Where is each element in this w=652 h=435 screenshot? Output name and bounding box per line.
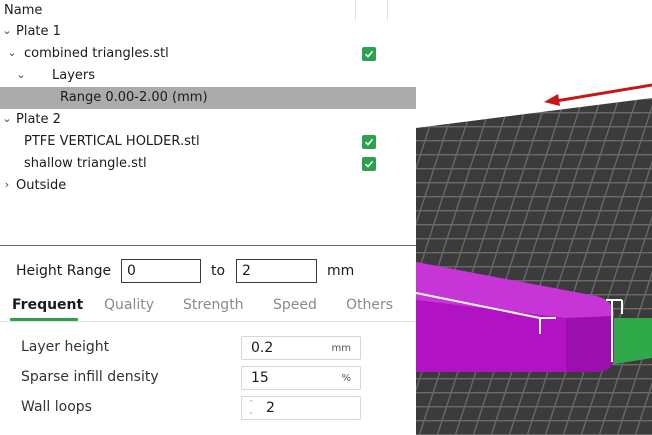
tree-item-range[interactable]: Range 0.00-2.00 (mm) <box>0 87 416 109</box>
visibility-checkbox[interactable] <box>362 47 376 61</box>
stepper-arrows[interactable]: ⌃ ⌄ <box>246 399 256 417</box>
tree-item-label: Plate 2 <box>16 112 61 127</box>
chevron-down-icon[interactable]: ⌄ <box>16 68 26 81</box>
setting-label: Layer height <box>21 339 110 355</box>
field-value: 0.2 <box>251 340 274 356</box>
tab-others[interactable]: Others <box>346 297 393 313</box>
3d-viewport[interactable] <box>416 0 652 435</box>
height-range-from-input[interactable]: 0 <box>121 259 201 283</box>
stepper-up-icon[interactable]: ⌃ <box>246 399 256 408</box>
tree-item-label: shallow triangle.stl <box>24 156 147 171</box>
height-range-to-label: to <box>211 263 226 279</box>
stepper-down-icon[interactable]: ⌄ <box>246 408 256 417</box>
tree-item-label: combined triangles.stl <box>24 46 169 61</box>
object-tree: Name ⌄ Plate 1 ⌄ combined triangles.stl … <box>0 0 416 246</box>
column-name-header[interactable]: Name <box>4 3 42 18</box>
tree-item-label: Outside <box>16 178 67 193</box>
visibility-checkbox[interactable] <box>362 135 376 149</box>
settings-tabs: Frequent Quality Strength Speed Others <box>0 292 416 322</box>
height-range-row: Height Range 0 to 2 mm <box>0 256 416 288</box>
active-tab-indicator <box>10 318 78 321</box>
build-plate-scene[interactable] <box>416 0 652 435</box>
field-value: 2 <box>266 400 275 416</box>
left-panel: Name ⌄ Plate 1 ⌄ combined triangles.stl … <box>0 0 416 435</box>
height-range-to-input[interactable]: 2 <box>236 259 317 283</box>
tab-speed[interactable]: Speed <box>273 297 317 313</box>
tree-item-shallow-triangle[interactable]: shallow triangle.stl <box>0 153 416 175</box>
chevron-down-icon[interactable]: ⌄ <box>7 46 17 59</box>
tree-header: Name <box>0 0 416 21</box>
tab-strength[interactable]: Strength <box>183 297 244 313</box>
checkmark-icon <box>364 138 374 146</box>
tree-item-plate-2[interactable]: ⌄ Plate 2 <box>0 109 416 131</box>
tree-item-label: Range 0.00-2.00 (mm) <box>60 90 208 105</box>
tree-item-plate-1[interactable]: ⌄ Plate 1 <box>0 21 416 43</box>
tree-item-ptfe-holder[interactable]: PTFE VERTICAL HOLDER.stl <box>0 131 416 153</box>
print-bed-grid <box>416 98 652 435</box>
setting-wall-loops: Wall loops ⌃ ⌄ 2 <box>0 394 416 422</box>
tree-item-layers[interactable]: ⌄ Layers <box>0 65 416 87</box>
setting-layer-height: Layer height 0.2 mm <box>0 334 416 362</box>
setting-label: Wall loops <box>21 399 92 415</box>
tree-item-label: Plate 1 <box>16 24 61 39</box>
field-value: 15 <box>251 370 269 386</box>
tab-frequent[interactable]: Frequent <box>12 297 83 313</box>
x-axis-arrow <box>555 83 652 103</box>
tree-item-label: PTFE VERTICAL HOLDER.stl <box>24 134 200 149</box>
tab-quality[interactable]: Quality <box>104 297 154 313</box>
layer-height-input[interactable]: 0.2 mm <box>241 336 361 360</box>
checkmark-icon <box>364 160 374 168</box>
setting-label: Sparse infill density <box>21 369 159 385</box>
tree-item-label: Layers <box>52 68 96 83</box>
visibility-checkbox[interactable] <box>362 157 376 171</box>
setting-sparse-infill-density: Sparse infill density 15 % <box>0 364 416 392</box>
column-divider[interactable] <box>387 0 388 21</box>
chevron-down-icon[interactable]: ⌄ <box>2 112 12 125</box>
height-range-unit: mm <box>327 263 355 279</box>
wall-loops-stepper[interactable]: ⌃ ⌄ 2 <box>241 396 361 420</box>
x-axis-arrowhead <box>544 94 560 106</box>
infill-density-input[interactable]: 15 % <box>241 366 361 390</box>
field-unit: % <box>341 373 351 384</box>
column-divider[interactable] <box>355 0 356 21</box>
chevron-down-icon[interactable]: ⌄ <box>2 24 12 37</box>
tree-item-combined-triangles[interactable]: ⌄ combined triangles.stl <box>0 43 416 65</box>
checkmark-icon <box>364 50 374 58</box>
magenta-model-side <box>566 316 614 372</box>
chevron-right-icon[interactable]: › <box>2 178 12 191</box>
tree-item-outside[interactable]: › Outside <box>0 175 416 197</box>
height-range-label: Height Range <box>16 263 112 279</box>
field-unit: mm <box>331 343 351 354</box>
